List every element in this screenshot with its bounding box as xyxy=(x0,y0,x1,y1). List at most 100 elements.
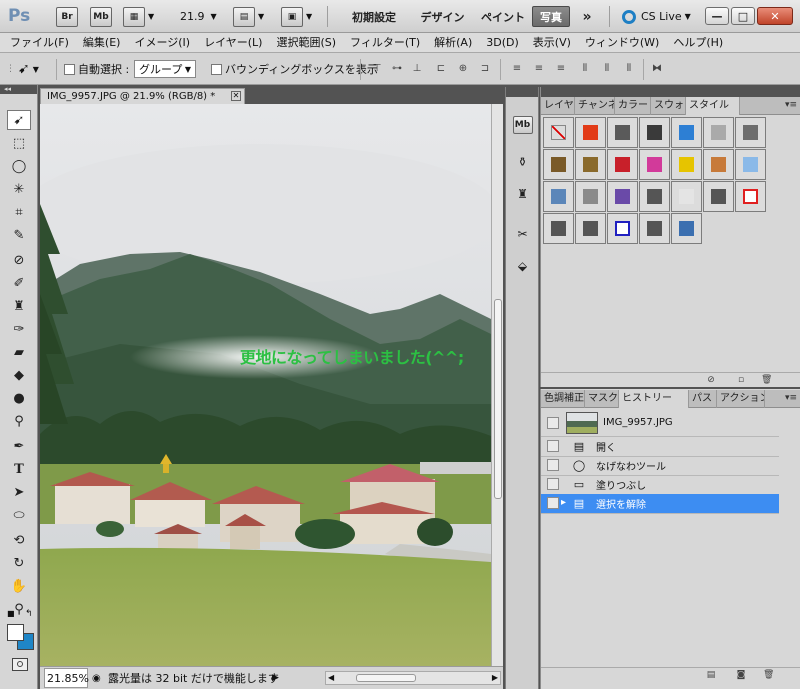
healing-brush-tool[interactable]: ⊘ xyxy=(7,250,31,270)
scrollbar-thumb[interactable] xyxy=(494,299,502,499)
style-swatch[interactable] xyxy=(543,213,574,244)
horizontal-scrollbar[interactable]: ◀ ▶ xyxy=(325,671,501,685)
path-selection-tool[interactable]: ➤ xyxy=(7,482,31,502)
close-document-icon[interactable]: ✕ xyxy=(231,91,241,101)
style-swatch[interactable] xyxy=(575,117,606,148)
tool-presets-panel-button[interactable]: ✂ xyxy=(510,223,535,245)
history-state[interactable]: ▭ 塗りつぶし xyxy=(541,475,779,495)
clone-source-panel-button[interactable]: ♜ xyxy=(510,183,535,205)
workspace-photo[interactable]: 写真 xyxy=(532,6,570,27)
panel-menu-icon[interactable]: ▾≡ xyxy=(785,393,797,403)
arrange-documents-button[interactable]: ▤ ▼ xyxy=(233,0,264,33)
scroll-right-icon[interactable]: ▶ xyxy=(492,672,498,684)
scroll-left-icon[interactable]: ◀ xyxy=(328,672,334,684)
panel-collapse-icon[interactable]: ◂◂ xyxy=(0,85,37,94)
brush-presets-panel-button[interactable]: ⚱ xyxy=(510,151,535,173)
history-brush-source-icon[interactable] xyxy=(547,478,559,490)
tab-layers[interactable]: レイヤー xyxy=(541,97,575,115)
checkbox[interactable] xyxy=(64,63,75,75)
style-swatch[interactable] xyxy=(543,117,574,148)
shape-tool[interactable]: ⬭ xyxy=(7,505,31,525)
swap-colors-icon[interactable]: ↰ xyxy=(25,609,33,619)
foreground-color-swatch[interactable] xyxy=(7,624,24,641)
distribute-bottom-icon[interactable]: ≡ xyxy=(554,63,568,75)
menu-select[interactable]: 選択範囲(S) xyxy=(269,33,343,52)
tab-history[interactable]: ヒストリー xyxy=(619,390,689,408)
style-swatch[interactable] xyxy=(735,117,766,148)
workspace-paint[interactable]: ペイント xyxy=(478,6,528,27)
style-swatch[interactable] xyxy=(607,181,638,212)
style-swatch[interactable] xyxy=(735,149,766,180)
mini-bridge-button[interactable]: Mb xyxy=(90,6,112,27)
document-tab[interactable]: IMG_9957.JPG @ 21.9% (RGB/8) * ✕ xyxy=(40,88,245,104)
document-canvas[interactable]: 更地になってしまいました(^^; xyxy=(40,104,491,666)
clear-style-icon[interactable]: ⊘ xyxy=(706,375,716,385)
style-swatch[interactable] xyxy=(575,181,606,212)
type-tool[interactable]: T xyxy=(7,459,31,479)
brush-tool[interactable]: ✐ xyxy=(7,273,31,293)
auto-select-dropdown[interactable]: グループ ▼ xyxy=(134,60,196,78)
history-state[interactable]: ◯ なげなわツール xyxy=(541,456,779,476)
3d-rotate-tool[interactable]: ⟲ xyxy=(7,530,31,550)
style-swatch[interactable] xyxy=(639,181,670,212)
menu-analysis[interactable]: 解析(A) xyxy=(427,33,479,52)
style-swatch[interactable] xyxy=(671,181,702,212)
style-swatch[interactable] xyxy=(543,181,574,212)
history-brush-source-icon[interactable] xyxy=(547,440,559,452)
menu-file[interactable]: ファイル(F) xyxy=(0,33,76,52)
new-style-icon[interactable]: ▫ xyxy=(736,375,746,385)
scrollbar-thumb[interactable] xyxy=(356,674,416,682)
show-bounding-box-checkbox[interactable]: バウンディングボックスを表示 xyxy=(211,53,378,85)
workspace-essentials[interactable]: 初期設定 xyxy=(340,6,408,27)
menu-3d[interactable]: 3D(D) xyxy=(479,33,526,52)
lasso-tool[interactable]: ◯ xyxy=(7,156,31,176)
close-button[interactable]: ✕ xyxy=(757,7,793,25)
distribute-left-icon[interactable]: ⦀ xyxy=(578,63,592,75)
marquee-tool[interactable]: ⬚ xyxy=(7,133,31,153)
tab-color[interactable]: カラー xyxy=(615,97,651,115)
eyedropper-tool[interactable]: ✎ xyxy=(7,225,31,245)
align-right-icon[interactable]: ⊐ xyxy=(478,63,492,75)
menu-help[interactable]: ヘルプ(H) xyxy=(666,33,730,52)
crop-tool[interactable]: ⌗ xyxy=(7,202,31,222)
history-brush-source-icon[interactable] xyxy=(547,497,559,509)
3d-panel-button[interactable]: ⬙ xyxy=(510,255,535,277)
style-swatch[interactable] xyxy=(639,213,670,244)
more-workspaces-button[interactable]: » xyxy=(576,6,598,27)
style-swatch[interactable] xyxy=(703,181,734,212)
distribute-right-icon[interactable]: ⦀ xyxy=(622,63,636,75)
camera-snapshot-icon[interactable]: ◙ xyxy=(736,670,746,680)
screen-mode-button[interactable]: ▣ ▼ xyxy=(281,0,312,33)
tool-preset-picker[interactable]: ➹ ▼ xyxy=(18,53,39,85)
style-swatch[interactable] xyxy=(639,117,670,148)
view-extras-button[interactable]: ▦ ▼ xyxy=(123,0,154,33)
trash-icon[interactable]: 🗑 xyxy=(763,670,774,680)
menu-layer[interactable]: レイヤー(L) xyxy=(197,33,269,52)
history-scrollbar[interactable] xyxy=(780,409,799,669)
new-document-from-state-icon[interactable]: ▤ xyxy=(706,670,716,680)
style-swatch[interactable] xyxy=(671,149,702,180)
hand-tool[interactable]: ✋ xyxy=(7,576,31,596)
pen-tool[interactable]: ✒ xyxy=(7,436,31,456)
distribute-top-icon[interactable]: ≡ xyxy=(510,63,524,75)
workspace-design[interactable]: デザイン xyxy=(415,6,470,27)
align-hcenter-icon[interactable]: ⊕ xyxy=(456,63,470,75)
auto-align-layers-icon[interactable]: ⧓ xyxy=(650,63,664,75)
minimize-button[interactable]: — xyxy=(705,7,729,25)
menu-edit[interactable]: 編集(E) xyxy=(76,33,128,52)
align-bottom-icon[interactable]: ⊥ xyxy=(410,63,424,75)
mini-bridge-panel-button[interactable]: Mb xyxy=(510,114,535,136)
style-swatch[interactable] xyxy=(735,181,766,212)
style-swatch[interactable] xyxy=(671,213,702,244)
tab-actions[interactable]: アクション xyxy=(717,390,765,408)
style-swatch[interactable] xyxy=(703,117,734,148)
menu-view[interactable]: 表示(V) xyxy=(526,33,578,52)
zoom-field[interactable]: 21.85% xyxy=(44,668,89,688)
history-brush-source-icon[interactable] xyxy=(547,417,559,429)
history-brush-source-icon[interactable] xyxy=(547,459,559,471)
history-brush-tool[interactable]: ✑ xyxy=(7,319,31,339)
style-swatch[interactable] xyxy=(575,149,606,180)
vertical-scrollbar[interactable] xyxy=(491,104,503,666)
style-swatch[interactable] xyxy=(607,117,638,148)
style-swatch[interactable] xyxy=(607,213,638,244)
